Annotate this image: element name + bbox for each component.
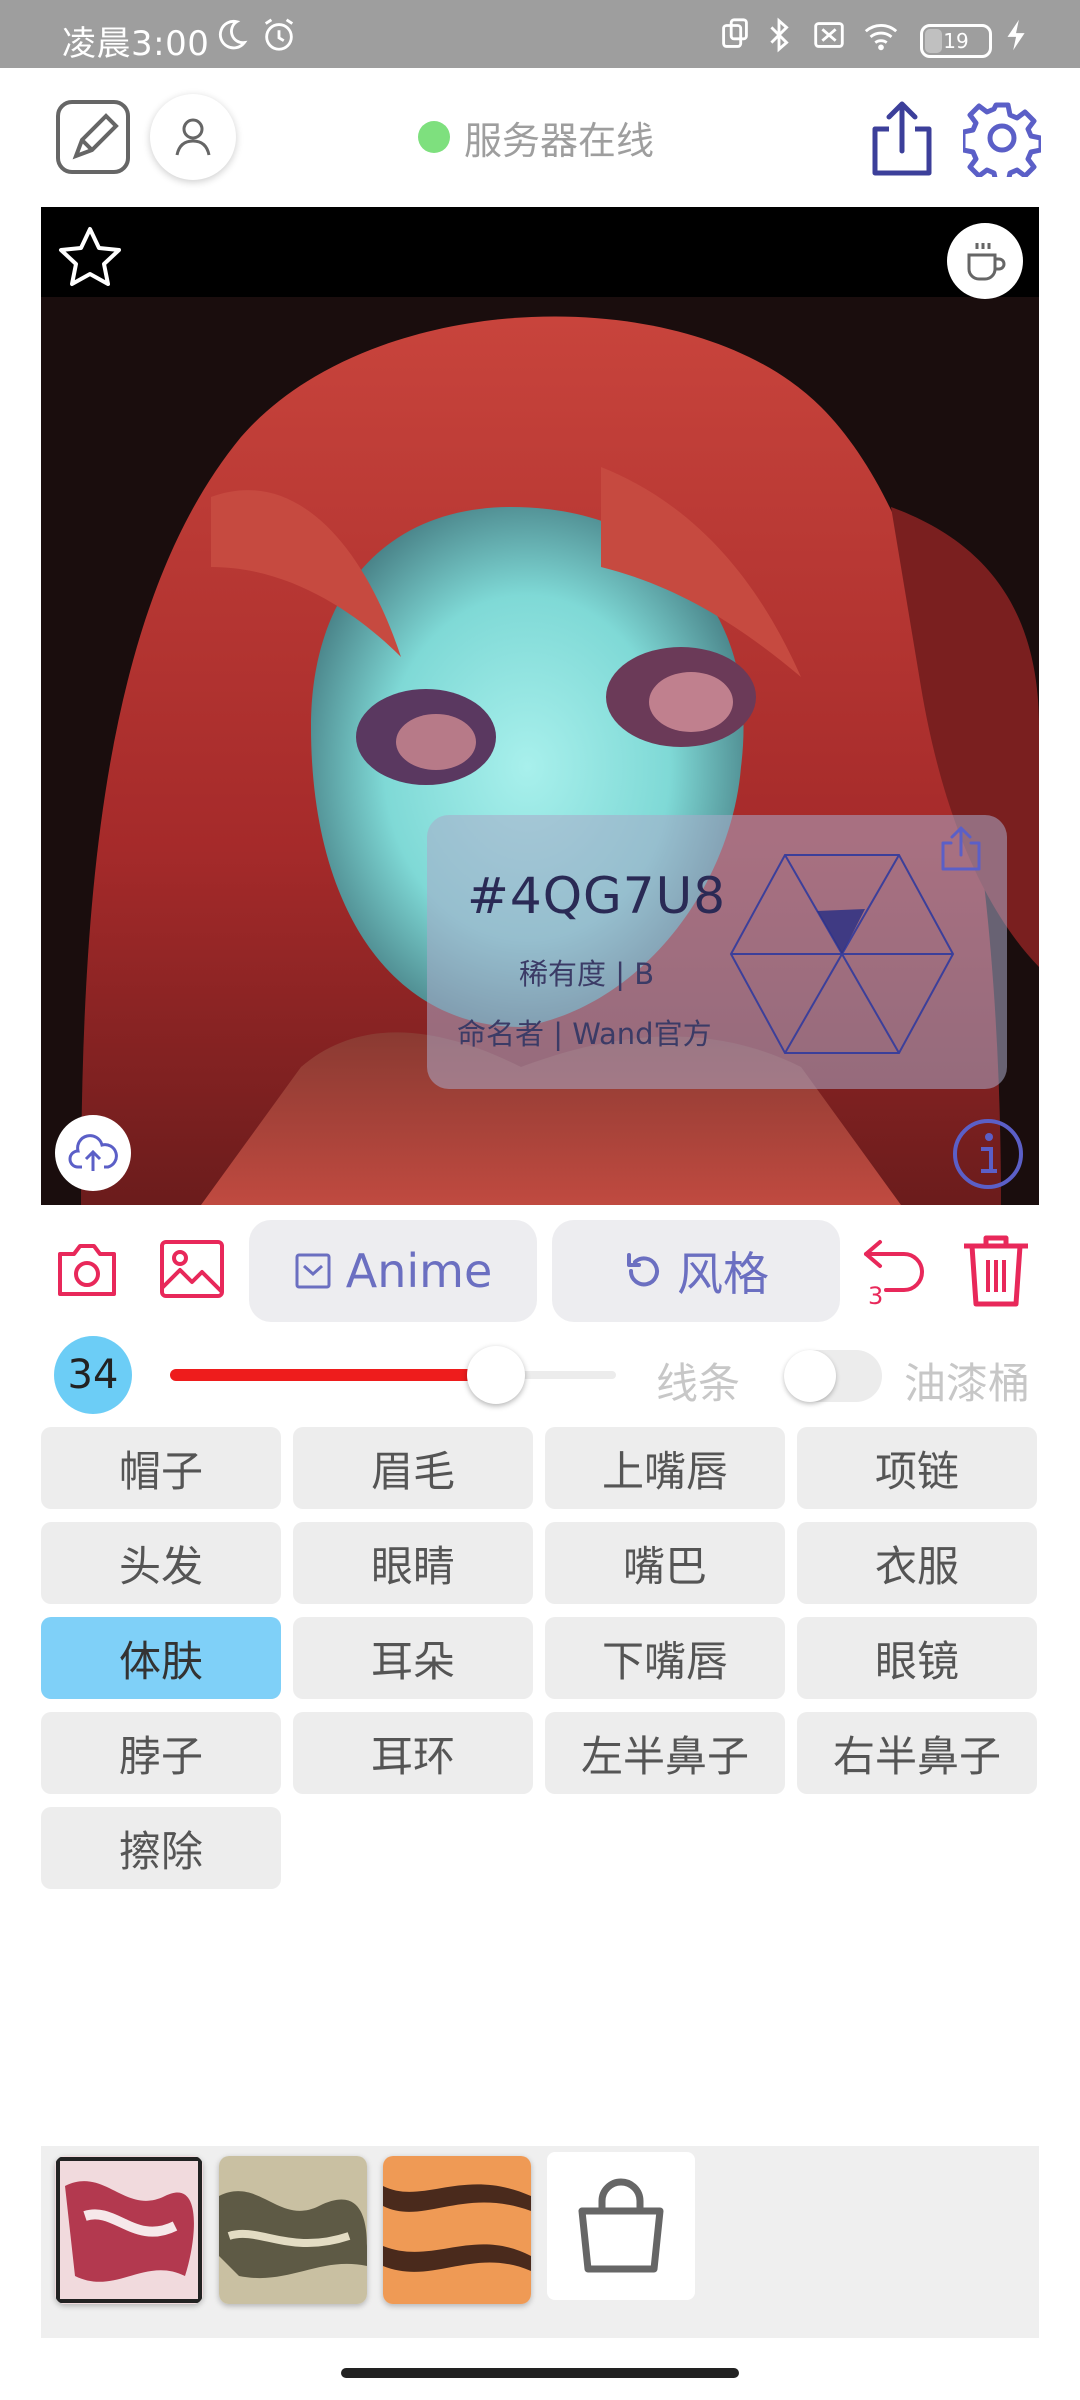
battery-indicator: 19 <box>920 24 992 58</box>
undo-count: 3 <box>868 1282 884 1310</box>
edit-icon <box>56 100 130 174</box>
part-button[interactable]: 耳朵 <box>293 1617 533 1699</box>
part-button[interactable]: 嘴巴 <box>545 1522 785 1604</box>
charging-icon <box>1007 19 1025 51</box>
namer-label: 命名者 | Wand官方 <box>457 1017 712 1051</box>
anime-model-button[interactable]: Anime <box>249 1220 537 1322</box>
part-button[interactable]: 下嘴唇 <box>545 1617 785 1699</box>
shopping-bag-icon <box>578 2178 664 2273</box>
texture-swatch-pink[interactable] <box>55 2156 203 2304</box>
part-button[interactable]: 项链 <box>797 1427 1037 1509</box>
alarm-icon <box>264 18 294 51</box>
part-button[interactable]: 右半鼻子 <box>797 1712 1037 1794</box>
battery-level: 19 <box>943 29 969 53</box>
tool-row: Anime 风格 3 <box>0 1218 1080 1322</box>
paint-bucket-label: 油漆桶 <box>904 1359 1031 1408</box>
part-button[interactable]: 擦除 <box>41 1807 281 1889</box>
server-status-text: 服务器在线 <box>464 118 655 163</box>
home-indicator[interactable] <box>341 2368 739 2378</box>
no-sim-icon <box>814 22 844 48</box>
character-info-card: #4QG7U8 稀有度 | B 命名者 | Wand官方 <box>427 815 1007 1089</box>
coffee-button[interactable] <box>947 223 1023 299</box>
part-button[interactable]: 头发 <box>41 1522 281 1604</box>
part-button[interactable]: 眉毛 <box>293 1427 533 1509</box>
hexagon-radar-icon <box>729 854 955 1054</box>
part-button[interactable]: 上嘴唇 <box>545 1427 785 1509</box>
part-button[interactable]: 耳环 <box>293 1712 533 1794</box>
refresh-icon <box>627 1253 659 1287</box>
part-button[interactable]: 眼睛 <box>293 1522 533 1604</box>
bluetooth-icon <box>770 17 789 53</box>
coffee-cup-icon <box>967 243 1006 281</box>
part-button[interactable]: 帽子 <box>41 1427 281 1509</box>
gallery-icon[interactable] <box>158 1238 226 1300</box>
settings-icon <box>963 102 1041 177</box>
brush-size-thumb[interactable] <box>466 1346 525 1404</box>
nfc-icon <box>722 18 748 48</box>
top-bar: 服务器在线 <box>0 68 1080 204</box>
style-label: 风格 <box>677 1247 769 1301</box>
part-button[interactable]: 眼镜 <box>797 1617 1037 1699</box>
rarity-label: 稀有度 | B <box>519 957 655 991</box>
character-code: #4QG7U8 <box>467 867 727 925</box>
texture-tray <box>41 2146 1039 2338</box>
user-icon <box>175 118 211 156</box>
brush-row: 34 线条 油漆桶 <box>0 1332 1080 1418</box>
portrait-canvas[interactable]: #4QG7U8 稀有度 | B 命名者 | Wand官方 <box>41 207 1039 1205</box>
checkbox-icon <box>295 1253 331 1289</box>
shop-button[interactable] <box>547 2152 695 2300</box>
server-status: 服务器在线 <box>418 112 655 163</box>
texture-swatch-tiger[interactable] <box>383 2156 531 2304</box>
anime-label: Anime <box>345 1244 493 1298</box>
style-button[interactable]: 风格 <box>552 1220 840 1322</box>
line-mode-label[interactable]: 线条 <box>656 1350 740 1411</box>
share-icon <box>872 101 932 176</box>
brush-size-fill <box>170 1369 496 1381</box>
texture-swatch-camo[interactable] <box>219 2156 367 2304</box>
favorite-star-icon[interactable] <box>57 225 123 291</box>
share-button[interactable] <box>864 96 940 182</box>
status-bar: 凌晨3:00 19 <box>0 0 1080 68</box>
part-button[interactable]: 衣服 <box>797 1522 1037 1604</box>
brush-size-badge: 34 <box>54 1336 132 1414</box>
part-button[interactable]: 左半鼻子 <box>545 1712 785 1794</box>
camera-icon[interactable] <box>54 1240 120 1300</box>
part-button[interactable]: 体肤 <box>41 1617 281 1699</box>
paint-bucket-toggle[interactable] <box>784 1350 882 1402</box>
trash-icon[interactable] <box>960 1232 1032 1308</box>
moon-icon <box>218 19 248 50</box>
upload-button[interactable] <box>55 1115 131 1191</box>
status-time: 凌晨3:00 <box>62 24 210 64</box>
server-status-dot <box>418 121 450 153</box>
undo-button[interactable]: 3 <box>860 1232 932 1312</box>
user-button[interactable] <box>150 94 236 180</box>
info-icon[interactable] <box>951 1117 1025 1191</box>
settings-button[interactable] <box>962 98 1042 178</box>
part-button[interactable]: 脖子 <box>41 1712 281 1794</box>
wifi-icon <box>864 24 898 51</box>
cloud-upload-icon <box>68 1134 118 1171</box>
edit-button[interactable] <box>54 98 132 176</box>
